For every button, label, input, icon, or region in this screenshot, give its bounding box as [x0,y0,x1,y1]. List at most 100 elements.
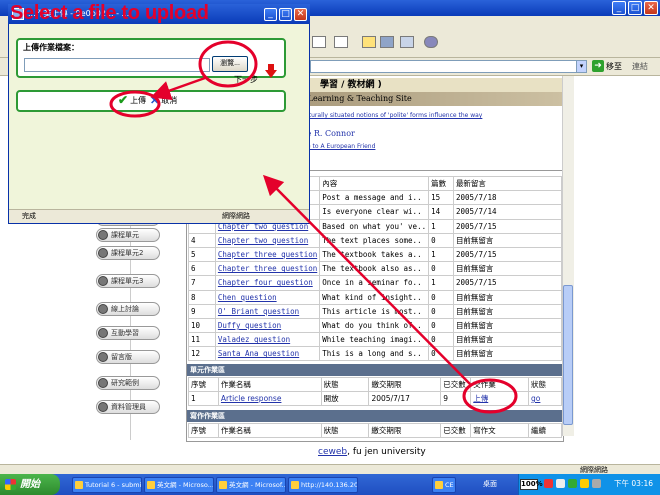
table-cell: 2005/7/15 [452,246,563,263]
browse-button[interactable]: 瀏覽... [212,56,248,72]
address-input[interactable] [310,60,580,73]
popup-maximize-button[interactable]: □ [279,8,292,21]
table-cell: 1 [428,246,454,263]
research-icon[interactable] [380,36,394,48]
site-title: 學習 / 教材網 ) [280,78,570,92]
topic-link[interactable]: O' Briant question [214,303,321,319]
cancel-button[interactable]: ✕ 取消 [150,93,177,107]
table-cell: 作業名稱 [217,423,322,438]
volume-icon[interactable] [580,479,589,488]
table-cell: 序號 [188,377,219,392]
taskbar-window-button[interactable]: http://140.136.202.... [288,477,358,493]
menu-bullet-icon [98,402,108,412]
table-row: 5 Chapter three question The textbook take… [188,246,563,263]
table-cell: The textbook also as.. [319,261,430,277]
table-cell: 繳交期限 [368,423,442,438]
table-cell: 2005/7/17 [368,391,442,406]
table-cell: What do you think of.. [319,317,430,334]
table-cell: 0 [428,289,454,305]
topic-link[interactable]: Valadez question [214,332,321,348]
zoom-percent-badge[interactable]: 100% [520,479,543,490]
table-cell: 寫作文 [470,423,530,438]
topic-link[interactable]: Santa Ana question [214,346,321,362]
upload-submit-button[interactable]: ✔ 上傳 [118,93,146,107]
menu-bullet-icon [98,248,108,258]
browser-status-bar [0,464,660,474]
table-cell: Is everyone clear wi.. [319,204,430,220]
menu-bullet-icon [98,276,108,286]
table-row: 10 Duffy question What do you think of.. 0 目… [188,317,563,334]
topic-link[interactable]: Chapter three question [214,261,321,277]
desktop-toolbar-label[interactable]: 桌面 [483,479,497,489]
footer-link[interactable]: ceweb [318,447,347,457]
table-link[interactable]: 上傳 [470,391,530,406]
cancel-label: 取消 [161,95,178,105]
taskbar-window-button[interactable]: 英文網 - Microso... [144,477,214,493]
table-cell: The text places some.. [319,232,430,248]
table-cell: 0 [428,317,454,334]
table-row: 7 Chapter four question Once in a seminar … [188,275,563,291]
messenger-icon[interactable] [400,36,414,48]
table-cell: 0 [428,332,454,348]
table-link[interactable]: Article response [217,391,322,406]
go-arrow-icon[interactable]: ➜ [592,60,604,72]
popup-status-zone: 網際網路 [222,212,250,220]
browser-minimize-button[interactable]: _ [612,1,626,15]
antivirus-icon[interactable] [544,479,553,488]
network-icon[interactable] [568,479,577,488]
table-cell: 2005/7/15 [452,218,563,234]
topic-link[interactable]: Duffy question [214,317,321,334]
browser-maximize-button[interactable]: □ [628,1,642,15]
table-cell: 目前無留言 [452,289,563,305]
taskbar-window-button[interactable]: Tutorial 6 - submit... [72,477,142,493]
table-cell: 7 [188,275,216,291]
table-row: 1 Article response 開放 2005/7/17 9 上傳 go [188,391,562,406]
table-cell: 狀態 [320,423,370,438]
keyboard-icon[interactable] [556,479,565,488]
taskbar-window-button[interactable]: 英文網 - Microsof... [216,477,286,493]
table-cell: 狀態 [320,377,370,392]
taskbar-window-button[interactable]: CE [432,477,456,493]
start-button[interactable]: 開始 [0,474,60,495]
edit-icon[interactable] [334,36,348,48]
table-cell: 11 [188,332,216,348]
table-row: 9 O' Briant question This article is most.… [188,303,563,319]
table-cell: Based on what you' ve.. [319,218,430,234]
print-icon[interactable] [312,36,326,48]
table-cell: 狀態 [528,377,562,392]
unit-homework-section-title: 單元作業區 [187,364,563,376]
popup-close-button[interactable]: ✕ [294,8,307,21]
column-header: 內容 [319,175,430,192]
table-cell: 2005/7/14 [452,204,563,220]
go-button[interactable]: 移至 [606,61,622,72]
news-link[interactable]: culturally situated notions of 'polite' … [300,112,482,119]
table-row: 8 Chen question What kind of insight.. 0 目前無… [188,289,563,305]
table-row: 序號 作業名稱 狀態 繳交期限 已交數 交作業 狀態 [188,377,562,392]
check-icon: ✔ [118,93,129,107]
table-cell: 開放 [320,391,370,406]
topic-link[interactable]: Chapter three question [214,246,321,263]
upload-popup-window [8,4,310,224]
table-cell: 已交數 [440,377,472,392]
folder-icon[interactable] [362,36,376,48]
browser-close-button[interactable]: ✕ [644,1,658,15]
table-cell: While teaching imagi.. [319,332,430,348]
popup-minimize-button[interactable]: _ [264,8,277,21]
topic-link[interactable]: Chen question [214,289,321,305]
address-dropdown-icon[interactable]: ▾ [576,60,587,73]
links-button[interactable]: 連結 [632,61,648,72]
display-icon[interactable] [592,479,601,488]
menu-bullet-icon [98,328,108,338]
table-link[interactable]: go [528,391,562,406]
news-author: le R. Connor [304,129,355,138]
topic-link[interactable]: Chapter four question [214,275,321,291]
scrollbar-thumb[interactable] [563,285,573,425]
file-path-input[interactable] [24,58,210,72]
topic-link[interactable]: Chapter two question [214,232,321,248]
people-icon[interactable] [424,36,438,48]
menu-bullet-icon [98,352,108,362]
menu-bullet-icon [98,304,108,314]
upload-submit-label: 上傳 [130,95,147,105]
table-cell: 交作業 [470,377,530,392]
news-link-2[interactable]: nse to A European Friend [300,143,375,150]
